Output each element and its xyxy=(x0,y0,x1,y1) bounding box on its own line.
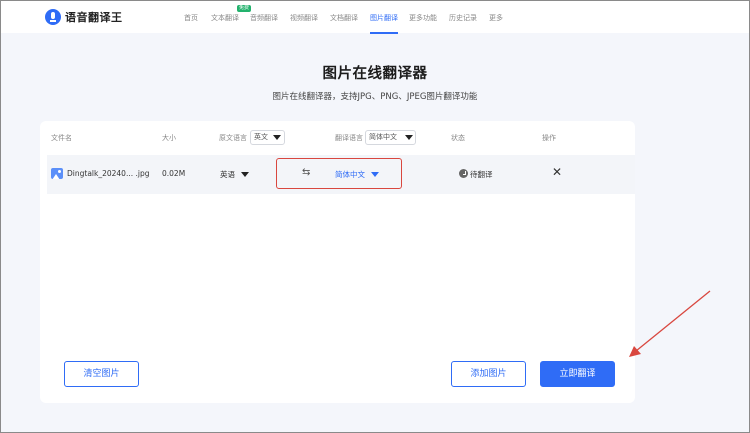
upload-card: 文件名 大小 原文语言 英文 翻译语言 简体中文 状态 操作 Dingtalk_… xyxy=(40,121,635,403)
app-logo[interactable]: 语音翻译王 xyxy=(45,9,123,25)
top-nav-bar: 语音翻译王 首页 文本翻译 音频翻译 视频翻译 文档翻译 图片翻译 更多功能 历… xyxy=(1,1,749,34)
nav-item-home[interactable]: 首页 xyxy=(184,13,198,23)
target-lang-select-value: 简体中文 xyxy=(369,133,397,141)
row-target-lang[interactable]: 简体中文 xyxy=(335,169,365,180)
arrow-shaft xyxy=(635,290,711,352)
source-lang-select-value: 英文 xyxy=(254,133,268,141)
nav-item-audio-translate[interactable]: 音频翻译 xyxy=(250,13,278,23)
nav-item-doc-translate[interactable]: 文档翻译 xyxy=(330,13,358,23)
row-status: 待翻译 xyxy=(470,170,493,179)
header-filename: 文件名 xyxy=(51,134,72,142)
header-action: 操作 xyxy=(542,134,556,142)
row-source-lang[interactable]: 英语 xyxy=(220,169,235,180)
page-title: 图片在线翻译器 xyxy=(322,66,428,82)
nav-item-history[interactable]: 历史记录 xyxy=(449,13,477,23)
free-badge: 免费 xyxy=(237,5,252,12)
image-file-icon xyxy=(51,168,63,179)
row-filename: Dingtalk_20240... .jpg xyxy=(67,169,150,178)
header-size: 大小 xyxy=(162,134,176,142)
row-size: 0.02M xyxy=(162,169,186,178)
clear-images-button[interactable]: 清空图片 xyxy=(64,361,139,387)
chevron-down-icon xyxy=(273,135,281,140)
translate-now-button[interactable]: 立即翻译 xyxy=(540,361,615,387)
chevron-down-icon[interactable] xyxy=(371,172,379,177)
chevron-down-icon xyxy=(405,135,413,140)
app-name: 语音翻译王 xyxy=(65,11,123,24)
nav-item-video-translate[interactable]: 视频翻译 xyxy=(290,13,318,23)
chevron-down-icon[interactable] xyxy=(241,172,249,177)
page-subtitle: 图片在线翻译器，支持JPG、PNG、JPEG图片翻译功能 xyxy=(272,92,478,102)
nav-item-image-translate[interactable]: 图片翻译 xyxy=(370,13,398,34)
nav-item-more[interactable]: 更多 xyxy=(489,13,503,23)
nav-item-text-translate[interactable]: 文本翻译 xyxy=(211,13,239,23)
pending-status-icon xyxy=(459,169,468,178)
target-lang-select[interactable]: 简体中文 xyxy=(365,130,416,145)
header-status: 状态 xyxy=(451,134,465,142)
microphone-icon xyxy=(45,9,61,25)
header-target-lang: 翻译语言 xyxy=(335,134,363,142)
nav-item-more-features[interactable]: 更多功能 xyxy=(409,13,437,23)
swap-icon[interactable]: ⇆ xyxy=(302,168,310,178)
close-icon[interactable]: ✕ xyxy=(552,166,562,178)
header-source-lang: 原文语言 xyxy=(219,134,247,142)
source-lang-select[interactable]: 英文 xyxy=(250,130,285,145)
add-image-button[interactable]: 添加图片 xyxy=(451,361,526,387)
table-header: 文件名 大小 原文语言 英文 翻译语言 简体中文 状态 操作 xyxy=(40,121,635,154)
target-lang-highlight: ⇆ 简体中文 xyxy=(276,158,402,189)
